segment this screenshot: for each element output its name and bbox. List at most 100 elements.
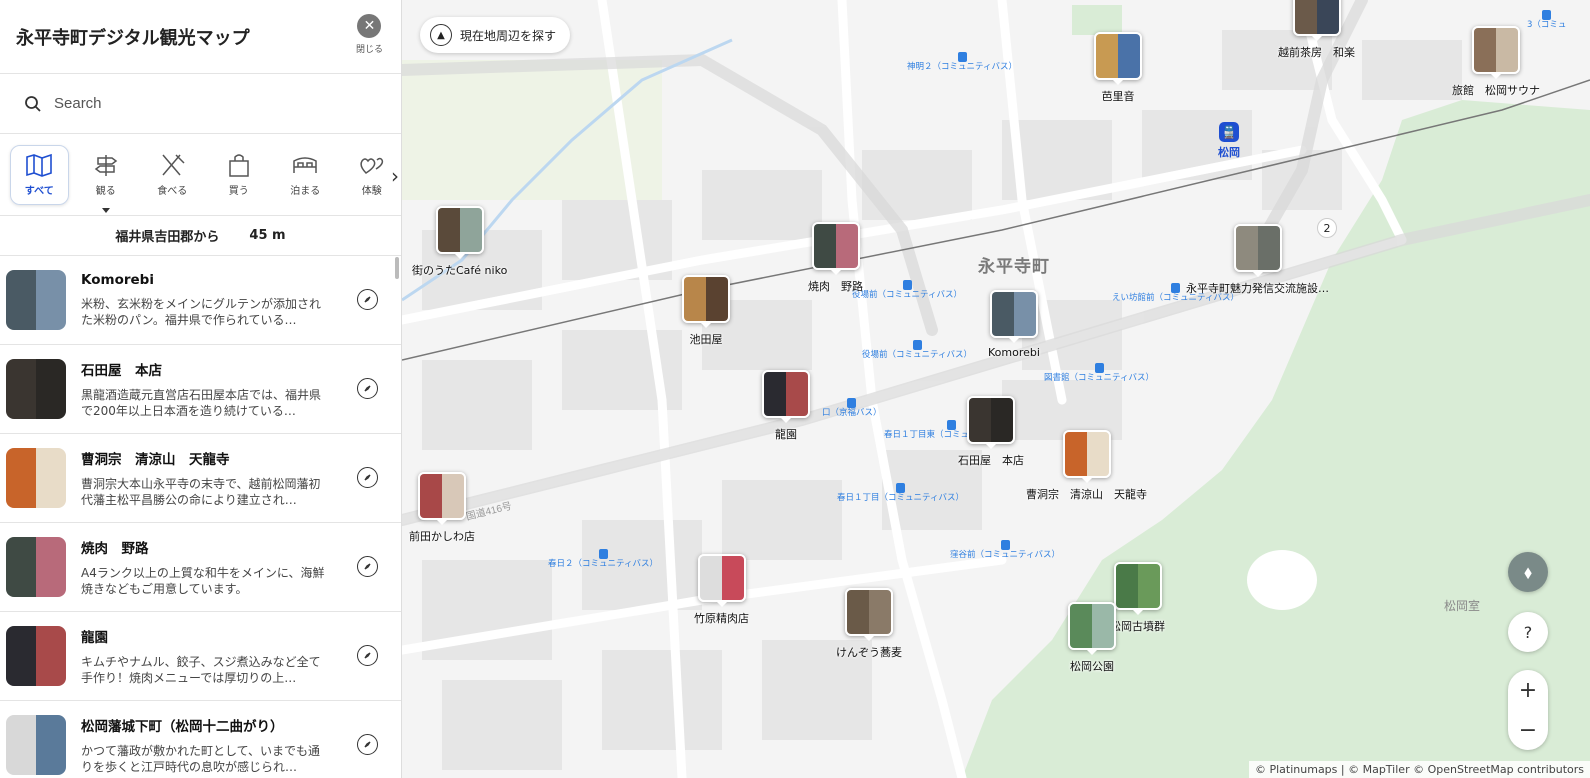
app: 国道416号 永平寺町 松岡室 神明２（コミュニティバス） 役場前（コミュニティ…: [0, 0, 1590, 778]
shopping-bag-icon: [229, 153, 249, 177]
compass-icon: ⬧: [1523, 561, 1533, 583]
search-this-area-button[interactable]: ▲ 現在地周辺を探す: [420, 17, 571, 53]
spot-list: Komorebi 米粉、玄米粉をメインにグルテンが添加された米粉のパン。福井県で作…: [0, 256, 401, 778]
map-pin[interactable]: 2 永平寺町魅力発信交流施設…: [1186, 218, 1337, 296]
chevron-down-icon: [101, 207, 110, 213]
bus-stop[interactable]: 口（京福バス）: [822, 398, 882, 418]
map-icon: [26, 153, 53, 177]
bus-stop[interactable]: 春日１丁目（コミュニティバス）: [837, 483, 964, 503]
pin-thumbnail: [811, 222, 860, 270]
distance-info: 福井県吉田郡から 45 m: [0, 216, 401, 256]
spot-thumbnail: [6, 715, 66, 775]
spot-thumbnail: [6, 448, 66, 508]
close-icon: ✕: [357, 14, 382, 38]
bus-stop[interactable]: 神明２（コミュニティバス）: [907, 52, 1017, 72]
area-label: 松岡室: [1444, 599, 1481, 613]
pin-thumbnail: [1472, 26, 1520, 74]
search-this-area-label: 現在地周辺を探す: [460, 28, 557, 43]
bus-stop[interactable]: 図書館（コミュニティバス）: [1044, 363, 1154, 383]
close-button[interactable]: ✕ 閉じる: [356, 14, 383, 55]
pin-thumbnail: [435, 206, 484, 254]
bus-icon: [912, 340, 922, 350]
train-icon: 🚆: [1219, 122, 1239, 142]
map-pin[interactable]: 曹洞宗 清涼山 天龍寺: [1026, 430, 1147, 502]
bus-icon: [1094, 363, 1104, 373]
navigate-compass-icon[interactable]: [357, 734, 378, 755]
list-scrollbar[interactable]: [395, 257, 399, 279]
search-input[interactable]: [54, 95, 354, 112]
bus-icon: [902, 280, 912, 290]
navigate-compass-icon[interactable]: [357, 289, 378, 310]
list-item[interactable]: 焼肉 野路 A4ランク以上の上質な和牛をメインに、海鮮焼きなどもご用意しています。: [0, 523, 401, 612]
map-pin[interactable]: Komorebi: [988, 290, 1040, 359]
bus-stop[interactable]: 役場前（コミュニティバス）: [862, 340, 972, 360]
sidebar-header: 永平寺町デジタル観光マップ ✕ 閉じる: [0, 0, 401, 74]
list-item[interactable]: 松岡藩城下町（松岡十二曲がり） かつて藩政が敷かれた町として、いまでも通りを歩くと…: [0, 701, 401, 778]
list-item[interactable]: 曹洞宗 清涼山 天龍寺 曹洞宗大本山永平寺の末寺で、越前松岡藩初代藩主松平昌勝公の…: [0, 434, 401, 523]
distance-value: 45 m: [249, 228, 286, 243]
map-pin[interactable]: 焼肉 野路: [808, 222, 863, 294]
zoom-in-button[interactable]: +: [1508, 670, 1548, 710]
tab-stay[interactable]: 泊まる: [276, 145, 335, 205]
spot-thumbnail: [6, 537, 66, 597]
list-item[interactable]: 龍園 キムチやナムル、餃子、スジ煮込みなど全て手作り！焼肉メニューでは厚切りの上…: [0, 612, 401, 701]
pin-thumbnail: [1062, 430, 1111, 478]
navigate-compass-icon[interactable]: [357, 556, 378, 577]
map-pin[interactable]: 旅館 松岡サウナ: [1452, 26, 1540, 98]
bus-icon: [847, 398, 857, 408]
pin-thumbnail: [1233, 224, 1282, 272]
navigate-compass-icon[interactable]: [357, 378, 378, 399]
list-item[interactable]: Komorebi 米粉、玄米粉をメインにグルテンが添加された米粉のパン。福井県で作…: [0, 256, 401, 345]
category-tabs: すべて 観る 食べる 買う 泊まる 体験 ›: [0, 134, 401, 216]
town-label: 永平寺町: [978, 257, 1050, 277]
map-base-layer: 国道416号: [402, 0, 1590, 778]
spot-thumbnail: [6, 270, 66, 330]
zoom-out-button[interactable]: −: [1508, 710, 1548, 750]
bus-stop[interactable]: 春日２（コミュニティバス）: [548, 549, 658, 569]
tab-all[interactable]: すべて: [10, 144, 69, 205]
fork-knife-icon: [162, 153, 185, 175]
map-pin[interactable]: 池田屋: [682, 275, 730, 347]
map-canvas[interactable]: 国道416号 永平寺町 松岡室 神明２（コミュニティバス） 役場前（コミュニティ…: [402, 0, 1590, 778]
map-pin[interactable]: 松岡古墳群: [1110, 562, 1165, 634]
close-label: 閉じる: [355, 45, 383, 55]
tab-eat[interactable]: 食べる: [143, 145, 202, 205]
search-icon: [25, 95, 41, 112]
spot-thumbnail: [6, 626, 66, 686]
bus-icon: [947, 420, 957, 430]
pin-thumbnail: [1094, 32, 1142, 80]
map-pin[interactable]: 越前茶房 和楽: [1278, 0, 1355, 60]
pin-thumbnail: [989, 290, 1038, 338]
pin-thumbnail: [1113, 562, 1162, 610]
bus-icon: [957, 52, 967, 62]
station-marker[interactable]: 🚆 松岡: [1218, 122, 1240, 160]
help-label: ?: [1523, 622, 1533, 642]
map-pin[interactable]: 龍園: [762, 370, 810, 442]
bus-stop[interactable]: 役場前（コミュニティバス）: [852, 280, 962, 300]
map-pin[interactable]: 前田かしわ店: [409, 472, 475, 544]
map-pin[interactable]: 芭里音: [1094, 32, 1142, 104]
pin-thumbnail: [682, 275, 730, 323]
bus-icon: [1000, 540, 1010, 550]
tab-shop[interactable]: 買う: [210, 145, 269, 205]
bus-stop[interactable]: 窪谷前（コミュニティバス）: [950, 540, 1060, 560]
zoom-control: + −: [1508, 670, 1548, 750]
map-attribution: © Platinumaps | © MapTiler © OpenStreetM…: [1248, 761, 1590, 778]
pin-thumbnail: [1068, 602, 1116, 650]
list-item[interactable]: 石田屋 本店 黒龍酒造蔵元直営店石田屋本店では、福井県で200年以上日本酒を造り続…: [0, 345, 401, 434]
map-pin[interactable]: 石田屋 本店: [958, 396, 1024, 468]
map-pin[interactable]: 街のうたCafé niko: [412, 206, 507, 278]
tab-sightseeing[interactable]: 観る: [77, 145, 136, 213]
map-pin[interactable]: 竹原精肉店: [694, 554, 749, 626]
navigation-arrow-icon: ▲: [430, 24, 452, 46]
navigate-compass-icon[interactable]: [357, 645, 378, 666]
map-pin[interactable]: 松岡公園: [1068, 602, 1116, 674]
compass-button[interactable]: ⬧: [1508, 552, 1548, 592]
map-pin[interactable]: けんぞう蕎麦: [836, 588, 902, 660]
bed-icon: [293, 156, 318, 173]
navigate-compass-icon[interactable]: [357, 467, 378, 488]
help-button[interactable]: ?: [1508, 612, 1548, 652]
pin-thumbnail: [697, 554, 746, 602]
pin-thumbnail: [845, 588, 893, 636]
chevron-right-icon[interactable]: ›: [391, 164, 399, 188]
